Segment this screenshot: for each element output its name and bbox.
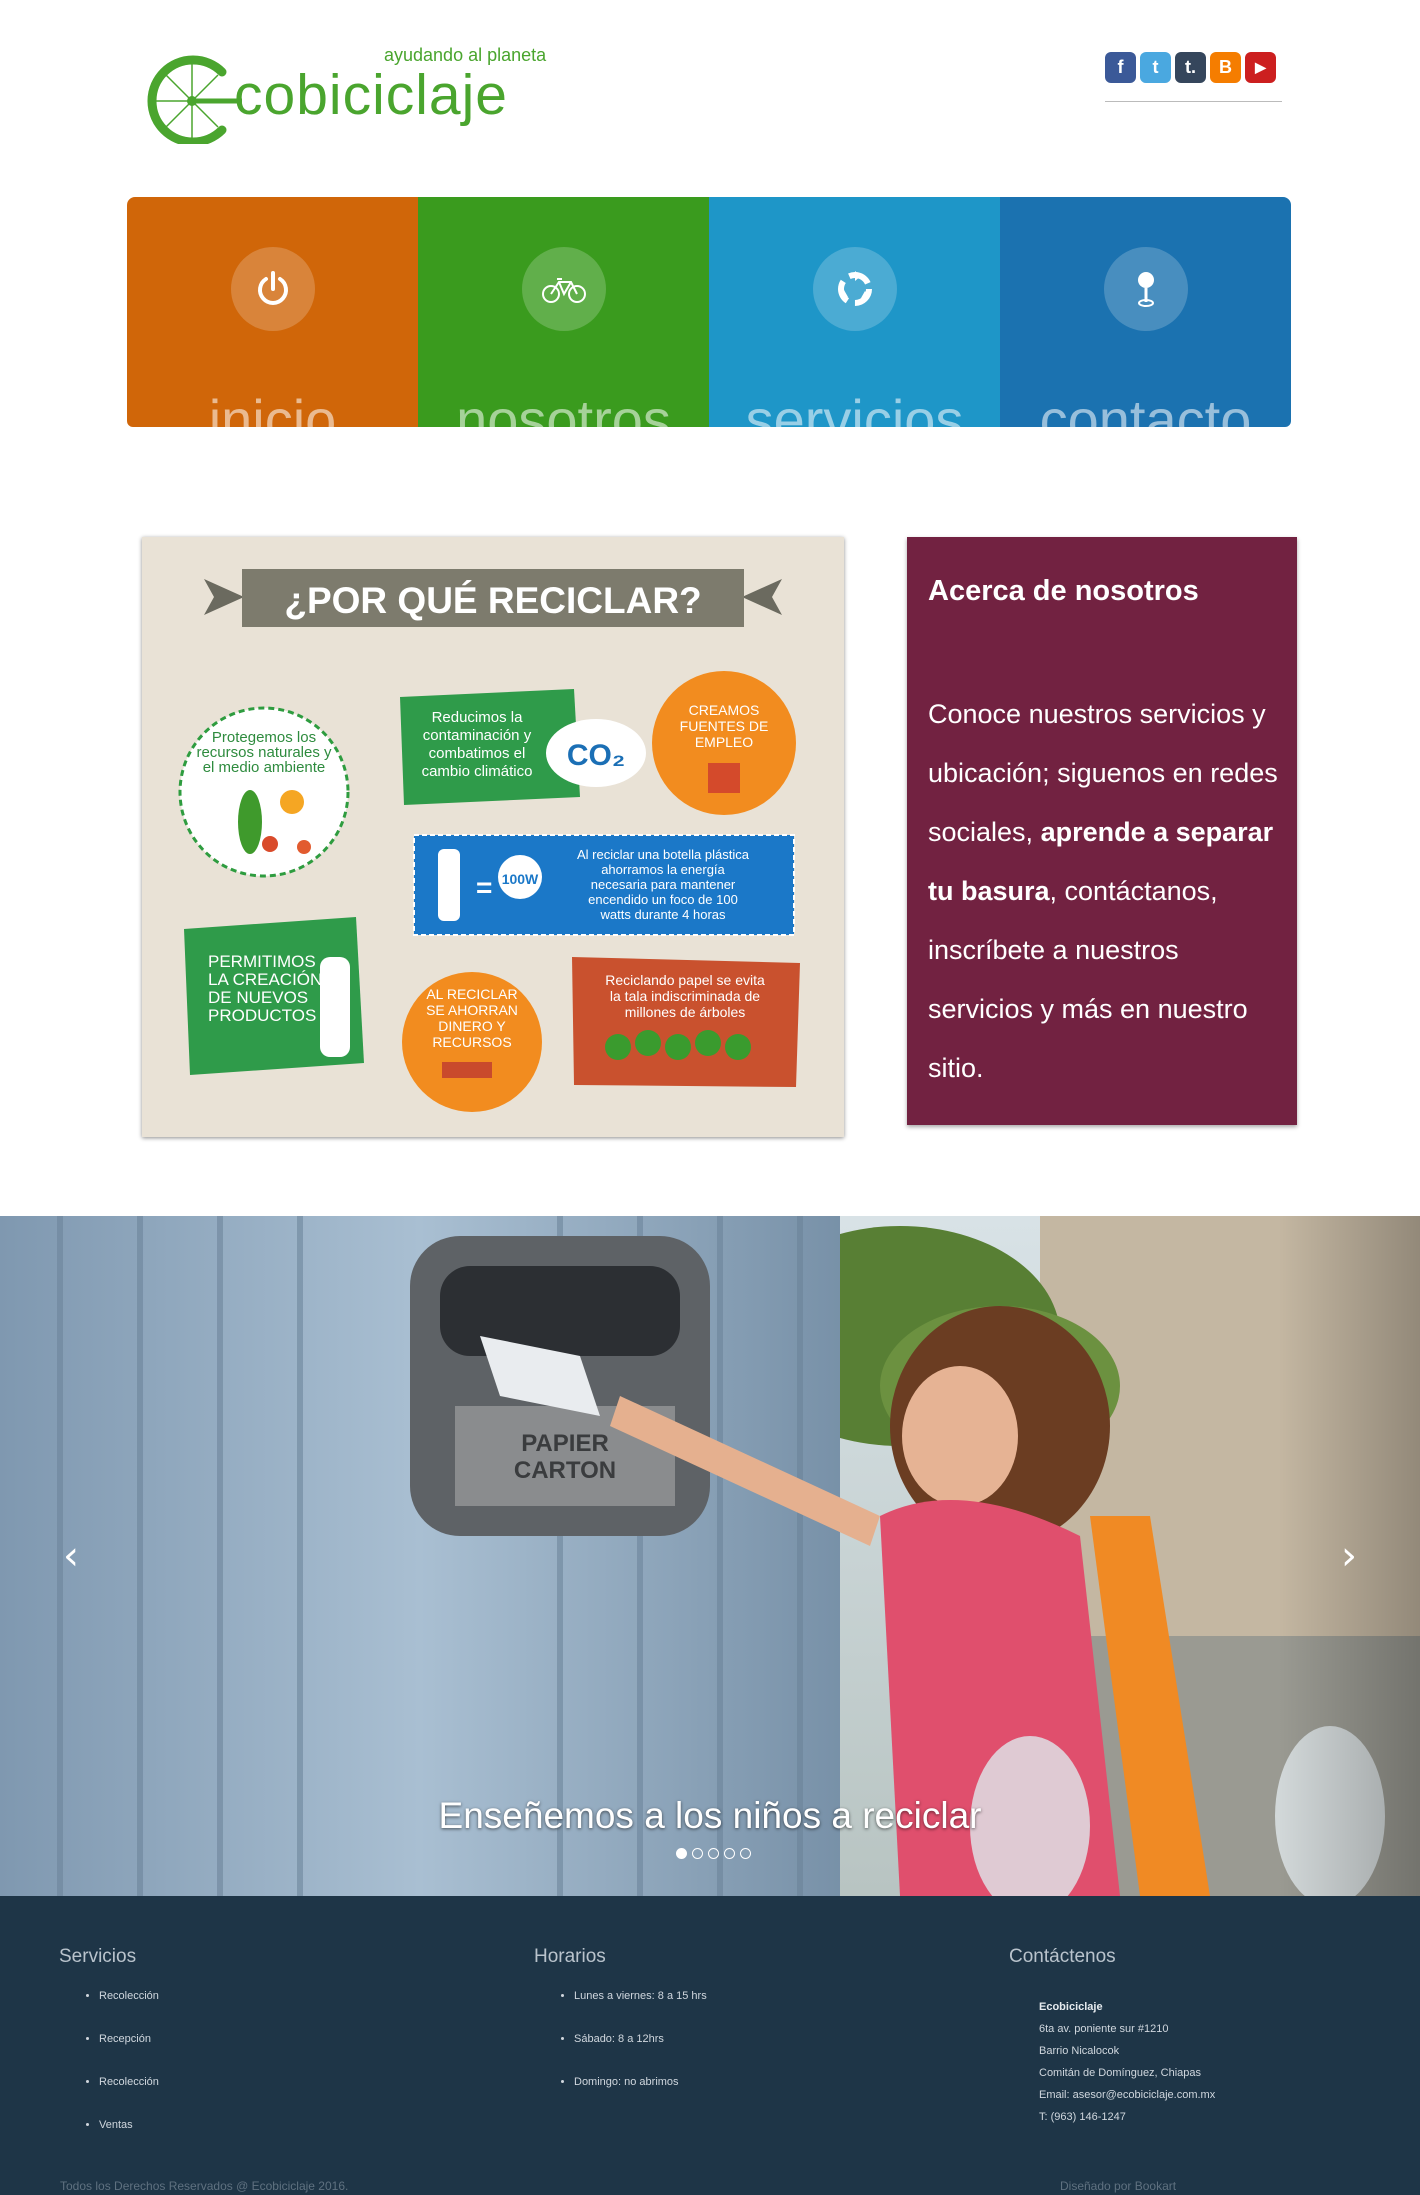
footer-contacto: Contáctenos Ecobiciclaje 6ta av. ponient… [1009, 1946, 1215, 2128]
footer-horarios-item: Lunes a viernes: 8 a 15 hrs [574, 1990, 707, 2002]
chevron-right-icon: › [1341, 1533, 1357, 1579]
nav-label-servicios: servicios [745, 388, 964, 427]
svg-text:CO₂: CO₂ [567, 739, 625, 772]
svg-text:ahorramos la energía: ahorramos la energía [601, 862, 725, 877]
youtube-icon[interactable]: ▶ [1245, 52, 1276, 83]
hero-carousel: PAPIER CARTON ‹ › [0, 1216, 1420, 1896]
tumblr-icon[interactable]: t. [1175, 52, 1206, 83]
svg-text:la tala indiscriminada de: la tala indiscriminada de [610, 988, 760, 1004]
twitter-icon[interactable]: t [1140, 52, 1171, 83]
svg-text:100W: 100W [502, 871, 539, 887]
footer-servicios-item[interactable]: Ventas [99, 2119, 159, 2131]
svg-text:contaminación y: contaminación y [423, 727, 532, 744]
svg-text:watts durante 4 horas: watts durante 4 horas [599, 907, 726, 922]
svg-text:DINERO Y: DINERO Y [438, 1018, 506, 1034]
nav-label-contacto: contacto [1039, 388, 1252, 427]
bicycle-icon [521, 247, 606, 331]
main-nav: inicio nosotros servicios contacto [127, 197, 1291, 427]
footer-designer-credit[interactable]: Diseñado por Bookart [1060, 2179, 1176, 2193]
svg-text:CARTON: CARTON [514, 1457, 616, 1484]
svg-text:PRODUCTOS: PRODUCTOS [208, 1006, 316, 1025]
footer-contact-email[interactable]: Email: asesor@ecobiciclaje.com.mx [1039, 2089, 1215, 2101]
carousel-indicator[interactable] [708, 1848, 719, 1859]
svg-text:encendido un foco de 100: encendido un foco de 100 [588, 892, 738, 907]
svg-text:AL RECICLAR: AL RECICLAR [426, 986, 517, 1002]
footer-contact-name: Ecobiciclaje [1039, 2001, 1103, 2013]
carousel-indicators [676, 1848, 751, 1859]
footer-copyright: Todos los Derechos Reservados @ Ecobicic… [60, 2179, 349, 2193]
carousel-indicator[interactable] [724, 1848, 735, 1859]
footer-servicios-item[interactable]: Recepción [99, 2033, 159, 2045]
svg-text:Reducimos la: Reducimos la [432, 709, 524, 726]
chevron-left-icon: ‹ [63, 1533, 79, 1579]
carousel-caption: Enseñemos a los niños a reciclar [438, 1795, 982, 1836]
footer-contact-line: Barrio Nicalocok [1039, 2045, 1120, 2057]
infographic-title: ¿POR QUÉ RECICLAR? [284, 580, 701, 621]
footer-servicios-title: Servicios [59, 1946, 137, 1967]
blogger-icon[interactable]: B [1210, 52, 1241, 83]
nav-label-inicio: inicio [208, 388, 337, 427]
svg-text:=: = [476, 872, 492, 903]
svg-text:millones de árboles: millones de árboles [625, 1004, 746, 1020]
carousel-indicator[interactable] [740, 1848, 751, 1859]
recycle-icon [812, 247, 897, 331]
nav-tile-servicios[interactable]: servicios [709, 197, 1000, 427]
svg-text:Al reciclar una botella plásti: Al reciclar una botella plástica [577, 847, 750, 862]
nav-tile-nosotros[interactable]: nosotros [418, 197, 709, 427]
nav-label-nosotros: nosotros [456, 388, 671, 427]
svg-text:DE NUEVOS: DE NUEVOS [208, 988, 308, 1007]
footer-horarios: Horarios Lunes a viernes: 8 a 15 hrs Sáb… [534, 1946, 707, 2119]
social-divider [1105, 101, 1282, 102]
footer-horarios-title: Horarios [534, 1946, 606, 1967]
power-icon [230, 247, 315, 331]
svg-text:PERMITIMOS: PERMITIMOS [208, 952, 316, 971]
svg-text:Reciclando papel se evita: Reciclando papel se evita [605, 972, 765, 988]
svg-text:RECURSOS: RECURSOS [432, 1034, 511, 1050]
carousel-prev-button[interactable]: ‹ [0, 1216, 142, 1896]
footer-contact-line: 6ta av. poniente sur #1210 [1039, 2023, 1169, 2035]
footer-servicios-item[interactable]: Recolección [99, 1990, 159, 2002]
about-title: Acerca de nosotros [928, 575, 1199, 607]
footer-servicios-item[interactable]: Recolección [99, 2076, 159, 2088]
footer-contact-line: Comitán de Domínguez, Chiapas [1039, 2067, 1202, 2079]
svg-text:EMPLEO: EMPLEO [695, 734, 753, 750]
footer-contacto-title: Contáctenos [1009, 1946, 1116, 1967]
svg-text:PAPIER: PAPIER [521, 1430, 609, 1457]
social-links: f t t. B ▶ [1105, 52, 1276, 83]
footer-contact-details: Ecobiciclaje 6ta av. poniente sur #1210 … [1039, 1996, 1215, 2128]
carousel-slide-image: PAPIER CARTON [0, 1216, 1420, 1896]
svg-text:el medio ambiente: el medio ambiente [203, 759, 326, 776]
site-footer: Servicios Recolección Recepción Recolecc… [0, 1896, 1420, 2195]
footer-contact-phone[interactable]: T: (963) 146-1247 [1039, 2111, 1126, 2123]
svg-text:CREAMOS: CREAMOS [689, 702, 760, 718]
carousel-next-button[interactable]: › [1278, 1216, 1420, 1896]
recycling-infographic: ¿POR QUÉ RECICLAR? Protegemos los recurs… [142, 537, 844, 1137]
svg-text:FUENTES DE: FUENTES DE [680, 718, 769, 734]
location-pin-icon [1103, 247, 1188, 331]
about-panel: Acerca de nosotros Conoce nuestros servi… [907, 537, 1297, 1125]
footer-horarios-item: Sábado: 8 a 12hrs [574, 2033, 707, 2045]
facebook-icon[interactable]: f [1105, 52, 1136, 83]
carousel-indicator[interactable] [692, 1848, 703, 1859]
carousel-indicator[interactable] [676, 1848, 687, 1859]
svg-text:combatimos el: combatimos el [429, 745, 526, 762]
footer-horarios-item: Domingo: no abrimos [574, 2076, 707, 2088]
nav-tile-inicio[interactable]: inicio [127, 197, 418, 427]
nav-tile-contacto[interactable]: contacto [1000, 197, 1291, 427]
svg-text:cambio climático: cambio climático [422, 763, 533, 780]
logo-wordmark: cobiciclaje [234, 63, 508, 127]
about-text: Conoce nuestros servicios y ubicación; s… [928, 699, 1278, 1083]
footer-servicios: Servicios Recolección Recepción Recolecc… [59, 1946, 159, 2162]
svg-text:SE AHORRAN: SE AHORRAN [426, 1002, 518, 1018]
svg-text:LA CREACIÓN: LA CREACIÓN [208, 970, 322, 989]
svg-text:necesaria para mantener: necesaria para mantener [591, 877, 736, 892]
